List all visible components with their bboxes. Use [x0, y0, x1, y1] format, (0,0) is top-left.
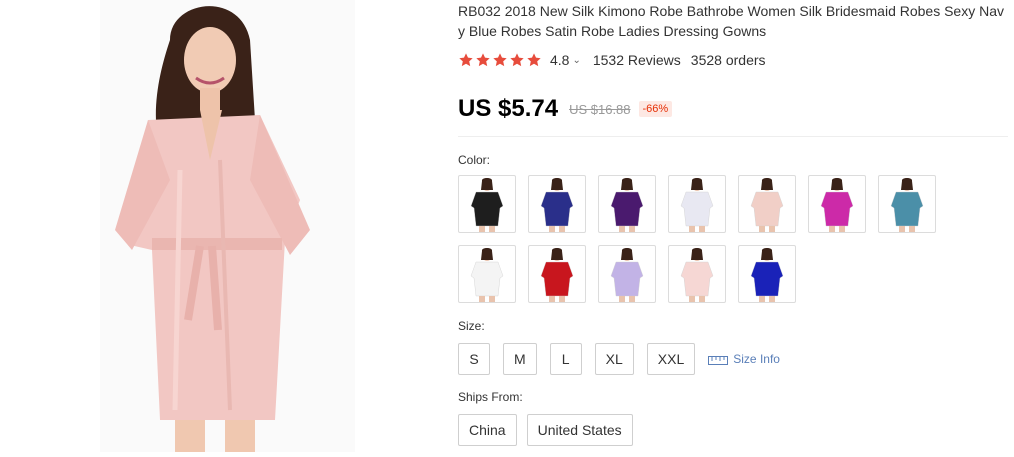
- color-swatch-lavender[interactable]: [598, 245, 656, 303]
- rating-row: 4.8 ⌄ 1532 Reviews 3528 orders: [458, 50, 1008, 70]
- color-swatch-royal-blue[interactable]: [738, 245, 796, 303]
- rating-value[interactable]: 4.8 ⌄: [550, 52, 581, 68]
- swatch-thumbnail: [750, 178, 784, 232]
- reviews-count[interactable]: 1532 Reviews: [593, 52, 681, 68]
- color-swatch-teal[interactable]: [878, 175, 936, 233]
- original-price: US $16.88: [569, 101, 631, 117]
- ruler-icon: [708, 356, 729, 365]
- discount-badge: -66%: [638, 101, 673, 117]
- ships-from-label: Ships From:: [458, 390, 523, 404]
- ship-option-united-states[interactable]: United States: [526, 414, 633, 446]
- swatch-thumbnail: [890, 178, 924, 232]
- price-row: US $5.74 US $16.88 -66%: [458, 94, 1008, 124]
- swatch-thumbnail: [470, 178, 504, 232]
- color-label: Color:: [458, 153, 491, 167]
- star-icon: [510, 53, 524, 67]
- color-swatches: [458, 175, 1008, 303]
- color-swatch-red[interactable]: [528, 245, 586, 303]
- size-option-s[interactable]: S: [458, 343, 490, 375]
- swatch-thumbnail: [540, 248, 574, 302]
- swatch-thumbnail: [610, 178, 644, 232]
- swatch-thumbnail: [680, 248, 714, 302]
- color-swatch-navy[interactable]: [528, 175, 586, 233]
- size-options: S M L XL XXL Size Info: [458, 343, 1008, 375]
- star-icon: [476, 53, 490, 67]
- orders-count: 3528 orders: [690, 52, 766, 68]
- star-icon: [493, 53, 507, 67]
- color-swatch-white-lilac[interactable]: [668, 175, 726, 233]
- product-main-image[interactable]: [100, 0, 355, 452]
- size-option-l[interactable]: L: [549, 343, 582, 375]
- rating-stars[interactable]: [458, 52, 542, 68]
- swatch-thumbnail: [680, 178, 714, 232]
- rating-number: 4.8: [550, 52, 570, 68]
- product-info: RB032 2018 New Silk Kimono Robe Bathrobe…: [458, 0, 1008, 446]
- product-title: RB032 2018 New Silk Kimono Robe Bathrobe…: [458, 3, 1005, 39]
- color-swatch-magenta[interactable]: [808, 175, 866, 233]
- size-option-m[interactable]: M: [503, 343, 537, 375]
- color-swatch-blush[interactable]: [668, 245, 726, 303]
- swatch-thumbnail: [610, 248, 644, 302]
- swatch-thumbnail: [470, 248, 504, 302]
- size-option-xl[interactable]: XL: [594, 343, 634, 375]
- swatch-thumbnail: [540, 178, 574, 232]
- swatch-thumbnail: [820, 178, 854, 232]
- ships-from-options: China United States: [458, 414, 1008, 446]
- color-swatch-purple[interactable]: [598, 175, 656, 233]
- divider: [458, 136, 1008, 137]
- color-swatch-black[interactable]: [458, 175, 516, 233]
- color-swatch-light-pink[interactable]: [738, 175, 796, 233]
- size-label: Size:: [458, 319, 485, 333]
- star-icon: [527, 53, 541, 67]
- color-swatch-white[interactable]: [458, 245, 516, 303]
- ship-option-china[interactable]: China: [458, 414, 517, 446]
- size-option-xxl[interactable]: XXL: [646, 343, 696, 375]
- star-icon: [459, 53, 473, 67]
- size-info-label: Size Info: [733, 352, 780, 366]
- chevron-down-icon: ⌄: [572, 54, 581, 66]
- size-info-link[interactable]: Size Info: [708, 352, 780, 366]
- current-price: US $5.74: [458, 95, 559, 122]
- swatch-thumbnail: [750, 248, 784, 302]
